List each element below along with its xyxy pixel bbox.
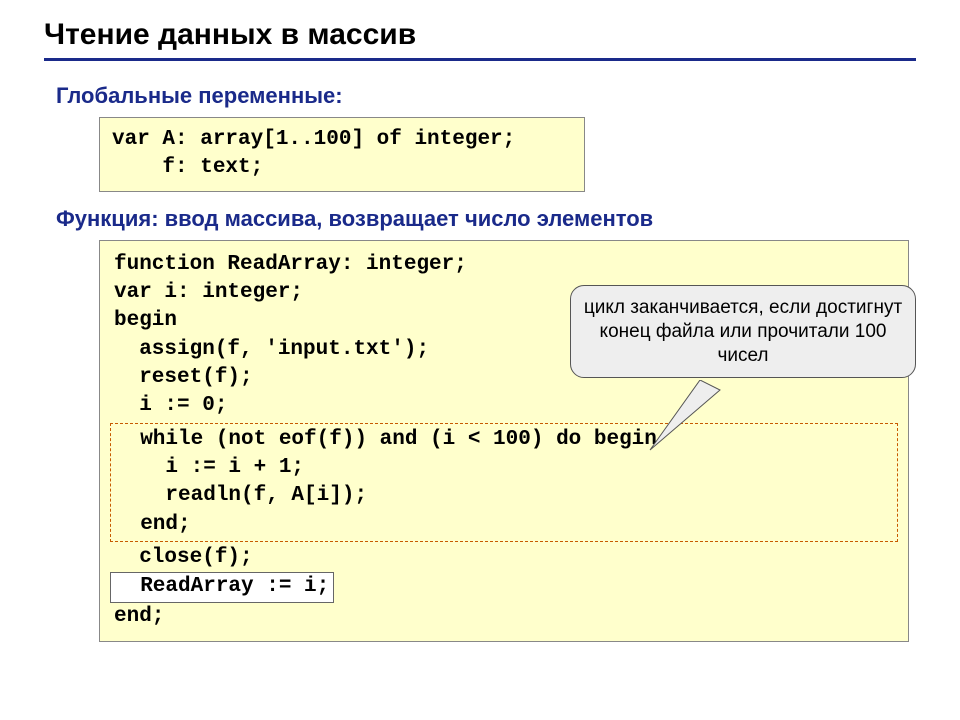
title-rule <box>44 58 916 61</box>
code-line: end; <box>114 603 894 631</box>
code-line: readln(f, A[i]); <box>115 482 893 510</box>
slide-title: Чтение данных в массив <box>44 18 916 52</box>
callout-bubble: цикл заканчивается, если достигнут конец… <box>570 285 916 378</box>
subhead-globals: Глобальные переменные: <box>56 83 916 109</box>
code-line: var A: array[1..100] of integer; <box>112 126 572 154</box>
subhead-function: Функция: ввод массива, возвращает число … <box>56 206 916 232</box>
code-line: while (not eof(f)) and (i < 100) do begi… <box>115 426 893 454</box>
highlighted-region-loop: while (not eof(f)) and (i < 100) do begi… <box>110 423 898 542</box>
code-line: i := i + 1; <box>115 454 893 482</box>
code-line: i := 0; <box>114 392 894 420</box>
code-block-globals: var A: array[1..100] of integer; f: text… <box>99 117 585 192</box>
code-line: close(f); <box>114 544 894 572</box>
code-line: ReadArray := i; <box>114 572 894 602</box>
code-line: f: text; <box>112 154 572 182</box>
code-line: function ReadArray: integer; <box>114 251 894 279</box>
highlighted-return: ReadArray := i; <box>110 572 334 602</box>
code-line: end; <box>115 511 893 539</box>
